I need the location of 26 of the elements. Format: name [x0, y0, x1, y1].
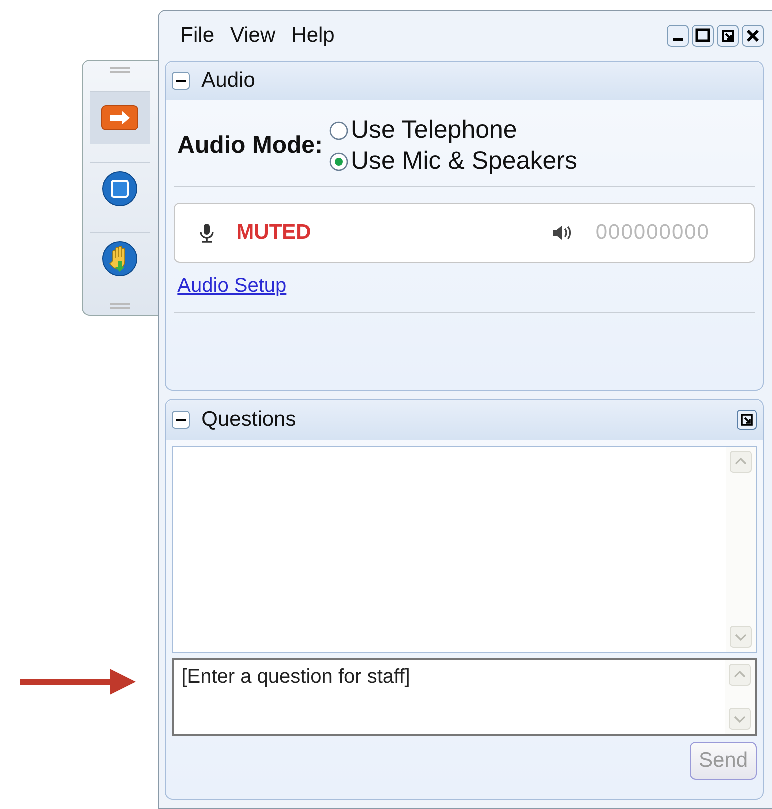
radio-button[interactable] [328, 120, 349, 140]
panel-title: Questions [202, 408, 296, 432]
menu-item[interactable]: File [180, 24, 215, 48]
microphone-icon [198, 223, 215, 243]
close-button[interactable] [742, 25, 764, 47]
collapse-button[interactable] [172, 411, 190, 429]
panel-title: Audio [202, 69, 256, 93]
menu-item[interactable]: Help [292, 24, 335, 48]
speaker-icon [552, 224, 574, 242]
radio-button[interactable] [328, 152, 349, 172]
radio-label[interactable]: Use Mic & Speakers [350, 147, 578, 176]
menu-item[interactable]: View [230, 24, 276, 48]
pop-out-button[interactable] [737, 410, 757, 430]
grip-icon[interactable] [110, 67, 130, 73]
audio-mode-label: Audio Mode: [178, 132, 323, 160]
maximize-button[interactable] [692, 25, 714, 47]
collapse-button[interactable] [172, 72, 190, 90]
stop-icon[interactable] [102, 170, 138, 206]
restore-button[interactable] [717, 25, 739, 47]
grip-icon[interactable] [110, 303, 130, 309]
volume-level-text: 000000000 [596, 221, 710, 245]
mic-status: MUTED [236, 221, 312, 245]
audio-setup-link[interactable]: Audio Setup [178, 275, 287, 298]
minimize-button[interactable] [667, 25, 689, 47]
raised-hand-icon[interactable] [102, 241, 138, 278]
radio-label[interactable]: Use Telephone [350, 116, 518, 145]
